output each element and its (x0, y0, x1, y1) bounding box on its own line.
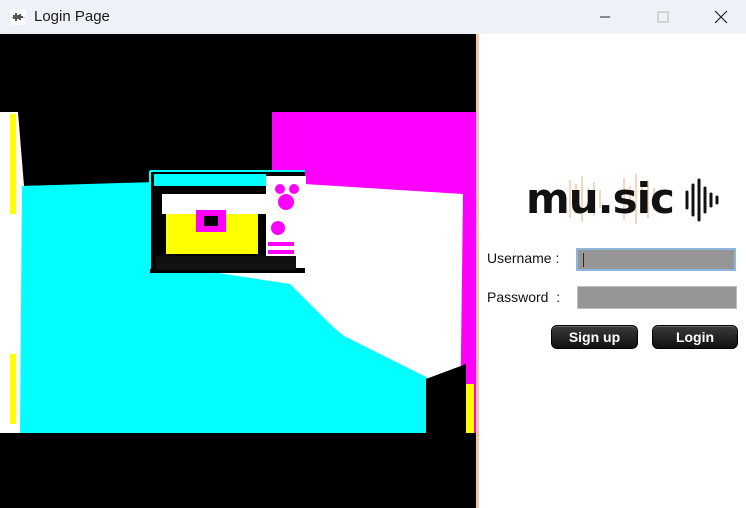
minimize-icon (600, 16, 610, 18)
maximize-button[interactable] (640, 0, 686, 34)
app-waveform-icon (10, 9, 26, 25)
text-caret (583, 253, 584, 267)
logo-text: mu.sic (526, 174, 675, 223)
close-icon (714, 10, 728, 24)
music-logo: mu.sic (522, 170, 722, 230)
window-title: Login Page (34, 8, 110, 25)
maximize-icon (657, 11, 669, 23)
close-button[interactable] (698, 0, 744, 34)
login-button[interactable]: Login (652, 325, 738, 349)
username-input[interactable] (576, 248, 736, 271)
sign-up-button[interactable]: Sign up (551, 325, 638, 349)
username-label: Username : (487, 250, 560, 266)
password-input[interactable] (577, 286, 737, 309)
login-panel (479, 34, 746, 508)
minimize-button[interactable] (582, 0, 628, 34)
decorative-room-image (0, 34, 476, 508)
title-bar: Login Page (0, 0, 746, 34)
password-label: Password : (487, 289, 561, 305)
